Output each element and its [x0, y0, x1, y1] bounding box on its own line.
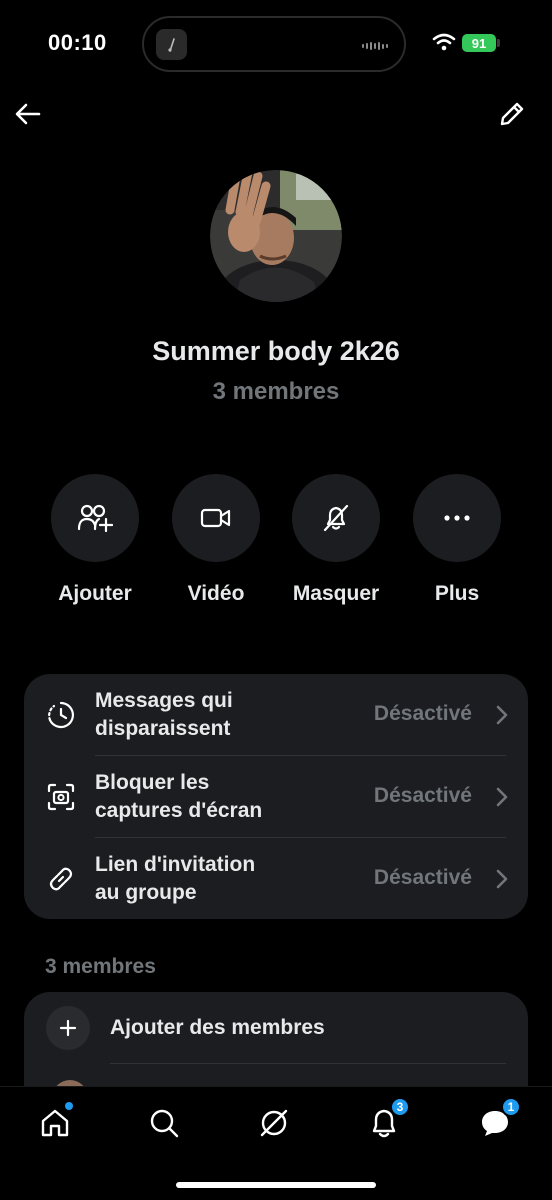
more-button[interactable]: [413, 474, 501, 562]
tab-notifications[interactable]: 3: [362, 1097, 410, 1145]
screenshot-icon: [47, 783, 75, 811]
arrow-left-icon: [15, 103, 41, 125]
video-label: Vidéo: [187, 582, 245, 605]
plus-icon: [46, 1006, 90, 1050]
grok-icon: [260, 1109, 288, 1137]
tab-messages[interactable]: 1: [473, 1097, 521, 1145]
setting-title: Bloquer les captures d'écran: [95, 769, 355, 825]
mute-label: Masquer: [292, 582, 380, 605]
add-button[interactable]: [51, 474, 139, 562]
setting-status: Désactivé: [373, 784, 472, 807]
mute-action[interactable]: Masquer: [276, 474, 396, 606]
chevron-right-icon: [496, 705, 508, 725]
add-members-row[interactable]: Ajouter des membres: [24, 992, 528, 1064]
more-label: Plus: [434, 582, 480, 605]
timer-icon: [48, 701, 74, 729]
add-action[interactable]: Ajouter: [35, 474, 155, 606]
setting-title-line2: captures d'écran: [95, 799, 263, 822]
divider: [110, 1063, 506, 1064]
battery-level: 91: [471, 35, 487, 51]
audio-wave-icon: [362, 42, 388, 50]
link-icon: [49, 867, 73, 891]
setting-invite-link[interactable]: Lien d'invitation au groupe Désactivé: [24, 838, 528, 920]
music-app-icon: [156, 29, 187, 60]
tab-grok[interactable]: [252, 1101, 296, 1145]
status-bar: 00:10 91: [0, 0, 552, 92]
back-button[interactable]: [10, 96, 46, 132]
setting-title-line1: Lien d'invitation: [95, 853, 256, 876]
member-count: 3 membres: [212, 378, 340, 405]
setting-disappearing-messages[interactable]: Messages qui disparaissent Désactivé: [24, 674, 528, 756]
add-members-label: Ajouter des membres: [110, 1016, 325, 1039]
setting-title-line1: Bloquer les: [95, 771, 210, 794]
tab-home[interactable]: [33, 1101, 77, 1145]
members-section-label: 3 membres: [45, 955, 156, 978]
dynamic-island[interactable]: [142, 16, 406, 72]
add-label: Ajouter: [58, 582, 132, 605]
group-name: Summer body 2k26: [152, 336, 400, 366]
status-time: 00:10: [48, 30, 107, 55]
pencil-icon: [500, 102, 524, 126]
more-dots-icon: [444, 515, 470, 521]
more-action[interactable]: Plus: [397, 474, 517, 606]
mute-button[interactable]: [292, 474, 380, 562]
home-icon: [41, 1109, 69, 1137]
setting-status: Désactivé: [373, 702, 472, 725]
edit-group-button[interactable]: [494, 96, 530, 132]
setting-block-screenshots[interactable]: Bloquer les captures d'écran Désactivé: [24, 756, 528, 838]
setting-title-line2: disparaissent: [95, 717, 231, 740]
notifications-badge: 3: [390, 1097, 410, 1117]
setting-title-line1: Messages qui: [95, 689, 233, 712]
battery-tip: [497, 39, 500, 47]
chevron-right-icon: [496, 787, 508, 807]
add-people-icon: [77, 504, 113, 533]
group-avatar[interactable]: [210, 170, 342, 302]
video-camera-icon: [200, 508, 231, 528]
video-button[interactable]: [172, 474, 260, 562]
setting-title: Messages qui disparaissent: [95, 687, 355, 743]
search-icon: [150, 1109, 179, 1138]
home-indicator: [176, 1182, 376, 1188]
settings-card: Messages qui disparaissent Désactivé Bloq…: [24, 674, 528, 919]
setting-title-line2: au groupe: [95, 881, 197, 904]
setting-status: Désactivé: [373, 866, 472, 889]
home-unread-dot: [65, 1102, 73, 1110]
setting-title: Lien d'invitation au groupe: [95, 851, 355, 907]
tab-search[interactable]: [142, 1101, 186, 1145]
video-action[interactable]: Vidéo: [156, 474, 276, 606]
chevron-right-icon: [496, 869, 508, 889]
messages-badge: 1: [501, 1097, 521, 1117]
group-avatar-image: [210, 170, 342, 302]
bell-off-icon: [323, 504, 349, 532]
wifi-icon: [432, 33, 456, 56]
battery-indicator: 91: [462, 34, 496, 52]
